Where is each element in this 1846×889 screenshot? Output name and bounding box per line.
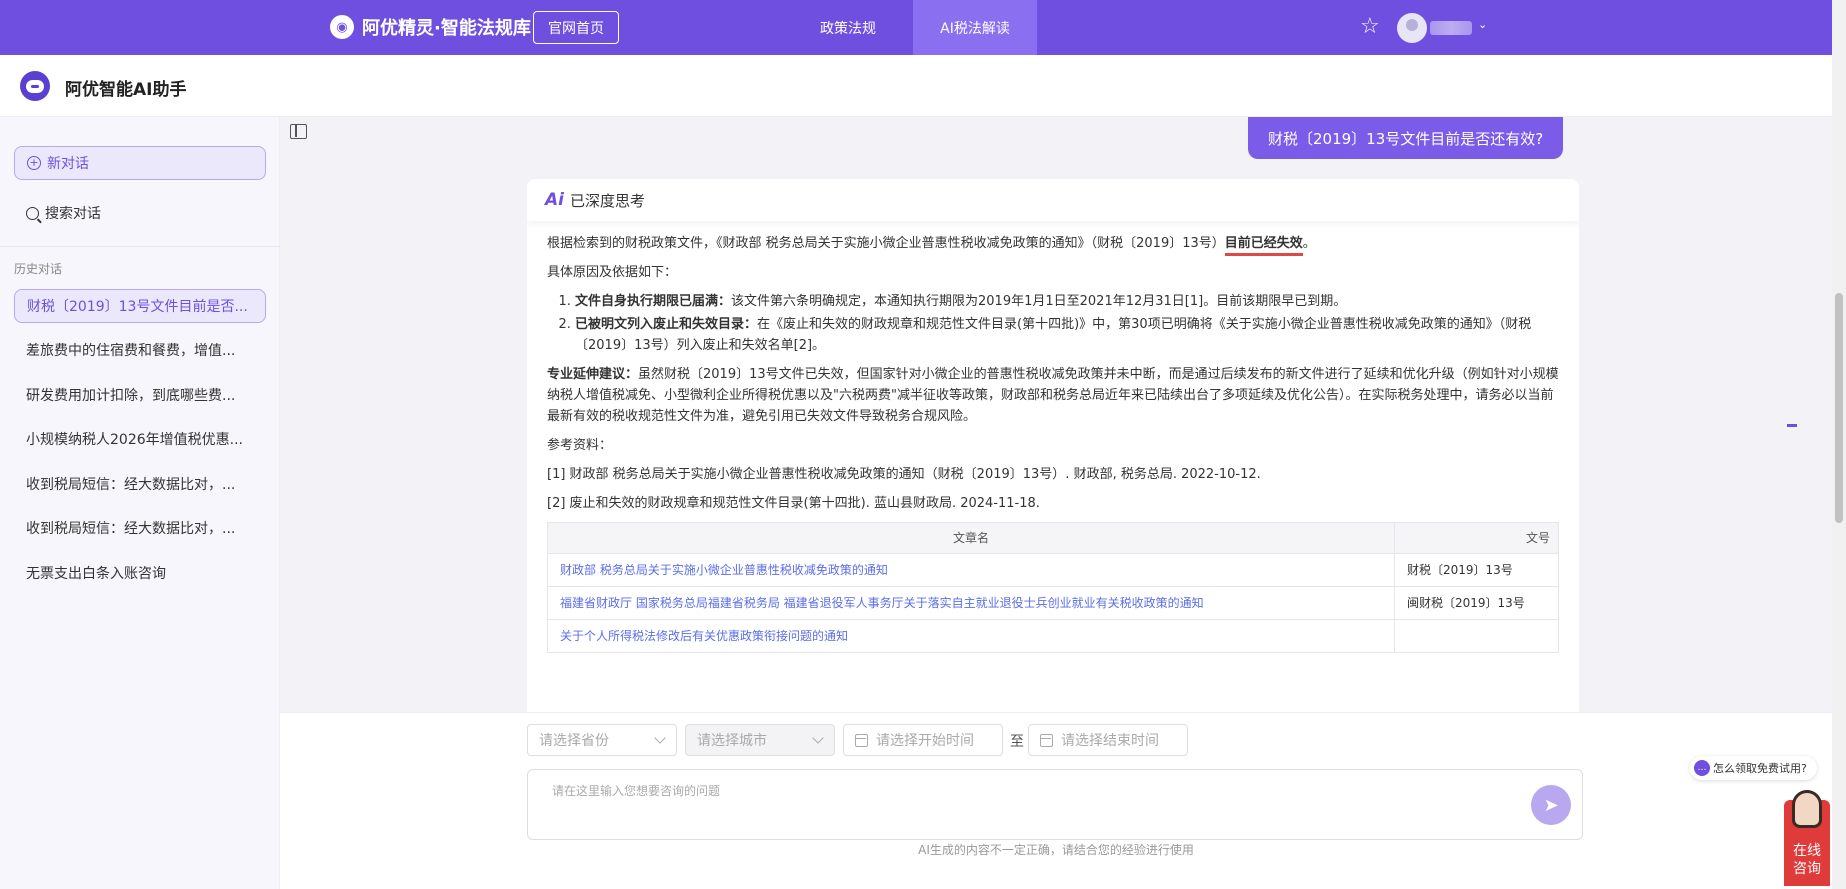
refs-label: 参考资料： (547, 438, 613, 453)
assistant-logo-icon (20, 71, 50, 101)
calendar-icon (1040, 733, 1053, 747)
brand-name: 阿优精灵·智能法规库 (362, 18, 531, 39)
search-icon (26, 206, 39, 220)
answer-intro: 根据检索到的财税政策文件，《财政部 税务总局关于实施小微企业普惠性税收减免政策的… (547, 233, 1559, 256)
history-item[interactable]: 小规模纳税人2026年增值税优惠... (14, 422, 266, 456)
online-consult-label: 在线 咨询 (1784, 842, 1830, 878)
home-button[interactable]: 官网首页 (533, 11, 619, 44)
advice-paragraph: 专业延伸建议：虽然财税〔2019〕13号文件已失效，但国家针对小微企业的普惠性税… (547, 364, 1559, 427)
city-placeholder: 请选择城市 (697, 733, 767, 749)
reason-text: 该文件第六条明确规定，本通知执行期限为2019年1月1日至2021年12月31日… (731, 294, 1347, 309)
search-chat-label: 搜索对话 (45, 206, 101, 222)
tab-ai-tax[interactable]: AI税法解读 (913, 0, 1037, 55)
start-date-picker[interactable]: 请选择开始时间 (843, 724, 1003, 756)
province-placeholder: 请选择省份 (539, 733, 609, 749)
ai-logo-icon: Ai (545, 190, 564, 210)
reasons-list: 文件自身执行期限已届满：该文件第六条明确规定，本通知执行期限为2019年1月1日… (547, 291, 1559, 356)
brand[interactable]: ◉ 阿优精灵·智能法规库 (330, 14, 531, 40)
chevron-down-icon[interactable]: ⌄ (1478, 18, 1487, 31)
reason-title: 文件自身执行期限已届满： (575, 294, 732, 309)
online-consult-button[interactable]: 在线 咨询 (1784, 790, 1830, 886)
column-header-name: 文章名 (547, 522, 1395, 554)
online-line2: 咨询 (1793, 861, 1821, 877)
scrollbar[interactable] (1832, 0, 1846, 889)
sidebar: + 新对话 搜索对话 历史对话 财税〔2019〕13号文件目前是否... 差旅费… (0, 117, 280, 889)
online-line1: 在线 (1793, 843, 1821, 859)
think-header[interactable]: Ai 已深度思考 (527, 179, 1579, 221)
history-item[interactable]: 财税〔2019〕13号文件目前是否... (14, 289, 266, 323)
free-trial-label: 怎么领取免费试用? (1713, 762, 1807, 775)
document-link[interactable]: 关于个人所得税法修改后有关优惠政策衔接问题的通知 (547, 619, 1395, 653)
answer-card: Ai 已深度思考 根据检索到的财税政策文件，《财政部 税务总局关于实施小微企业普… (527, 179, 1579, 729)
reasons-label: 具体原因及依据如下： (547, 265, 678, 280)
history-item[interactable]: 差旅费中的住宿费和餐费，增值... (14, 333, 266, 367)
plus-icon: + (27, 156, 41, 170)
free-trial-button[interactable]: … 怎么领取免费试用? (1690, 756, 1817, 780)
question-input[interactable]: 请在这里输入您想要咨询的问题 (527, 769, 1583, 840)
input-zone: 请选择省份 请选择城市 请选择开始时间 至 请选择结束时间 请在这里输入您想要咨… (280, 712, 1832, 889)
history-label: 历史对话 (14, 262, 63, 276)
brand-logo-icon: ◉ (330, 15, 354, 39)
star-icon[interactable]: ☆ (1360, 15, 1384, 39)
chat-area: 财税〔2019〕13号文件目前是否还有效? Ai 已深度思考 根据检索到的财税政… (280, 117, 1832, 889)
intro-end: 。 (1302, 236, 1316, 251)
scrollbar-thumb[interactable] (1835, 293, 1843, 523)
think-label: 已深度思考 (569, 191, 645, 210)
assistant-title: 阿优智能AI助手 (65, 80, 187, 100)
date-range-separator: 至 (1010, 734, 1024, 750)
document-link[interactable]: 财政部 税务总局关于实施小微企业普惠性税收减免政策的通知 (547, 553, 1395, 587)
province-select[interactable]: 请选择省份 (527, 724, 677, 756)
reason-item: 已被明文列入废止和失效目录：在《废止和失效的财政规章和规范性文件目录(第十四批)… (575, 314, 1559, 356)
city-select[interactable]: 请选择城市 (685, 724, 835, 756)
chat-bubble-icon: … (1694, 760, 1710, 776)
reason-title: 已被明文列入废止和失效目录： (575, 317, 758, 332)
sidebar-toggle-icon[interactable] (290, 124, 307, 139)
chevron-down-icon (654, 732, 666, 744)
advice-text: 虽然财税〔2019〕13号文件已失效，但国家针对小微企业的普惠性税收减免政策并未… (547, 367, 1559, 424)
table-row: 关于个人所得税法修改后有关优惠政策衔接问题的通知 (547, 619, 1559, 653)
end-date-placeholder: 请选择结束时间 (1061, 733, 1159, 749)
column-header-number: 文号 (1394, 522, 1559, 554)
tab-policy[interactable]: 政策法规 (800, 0, 896, 55)
history-item[interactable]: 收到税局短信：经大数据比对，... (14, 511, 266, 545)
history-item[interactable]: 无票支出白条入账咨询 (14, 556, 266, 590)
document-link[interactable]: 福建省财政厅 国家税务总局福建省税务局 福建省退役军人事务厅关于落实自主就业退役… (547, 586, 1395, 620)
end-date-picker[interactable]: 请选择结束时间 (1028, 724, 1188, 756)
answer-body: 根据检索到的财税政策文件，《财政部 税务总局关于实施小微企业普惠性税收减免政策的… (527, 221, 1579, 653)
chevron-down-icon (812, 732, 824, 744)
top-nav: ◉ 阿优精灵·智能法规库 官网首页 政策法规 AI税法解读 ☆ ⌄ (0, 0, 1832, 55)
document-number: 闽财税〔2019〕13号 (1394, 586, 1559, 620)
documents-table: 文章名 文号 财政部 税务总局关于实施小微企业普惠性税收减免政策的通知 财税〔2… (547, 522, 1559, 653)
side-marker (1787, 424, 1797, 427)
intro-text: 根据检索到的财税政策文件，《财政部 税务总局关于实施小微企业普惠性税收减免政策的… (547, 236, 1225, 251)
intro-highlight: 目前已经失效 (1224, 236, 1303, 256)
calendar-icon (855, 733, 868, 747)
document-number: 财税〔2019〕13号 (1394, 553, 1559, 587)
search-chat-button[interactable]: 搜索对话 (26, 203, 101, 223)
reference-item: [2] 废止和失效的财政规章和规范性文件目录(第十四批). 蓝山县财政局. 20… (547, 496, 1040, 511)
assistant-header: 阿优智能AI助手 (0, 55, 1832, 117)
reason-item: 文件自身执行期限已届满：该文件第六条明确规定，本通知执行期限为2019年1月1日… (575, 291, 1559, 312)
divider (0, 246, 280, 247)
avatar[interactable] (1397, 13, 1427, 43)
new-chat-label: 新对话 (47, 156, 89, 172)
document-number (1394, 619, 1559, 653)
send-icon: ➤ (1543, 794, 1559, 816)
table-row: 财政部 税务总局关于实施小微企业普惠性税收减免政策的通知 财税〔2019〕13号 (547, 553, 1559, 587)
reference-item: [1] 财政部 税务总局关于实施小微企业普惠性税收减免政策的通知（财税〔2019… (547, 467, 1261, 482)
history-item[interactable]: 研发费用加计扣除，到底哪些费... (14, 378, 266, 412)
start-date-placeholder: 请选择开始时间 (876, 733, 974, 749)
history-item[interactable]: 收到税局短信：经大数据比对，... (14, 467, 266, 501)
new-chat-button[interactable]: + 新对话 (14, 146, 266, 180)
table-row: 福建省财政厅 国家税务总局福建省税务局 福建省退役军人事务厅关于落实自主就业退役… (547, 586, 1559, 620)
agent-avatar-icon (1792, 790, 1822, 828)
send-button[interactable]: ➤ (1531, 785, 1571, 825)
disclaimer: AI生成的内容不一定正确，请结合您的经验进行使用 (918, 843, 1194, 857)
advice-title: 专业延伸建议： (547, 367, 639, 382)
user-message: 财税〔2019〕13号文件目前是否还有效? (1248, 117, 1564, 159)
username-blurred[interactable] (1430, 21, 1472, 35)
table-header: 文章名 文号 (547, 522, 1559, 554)
